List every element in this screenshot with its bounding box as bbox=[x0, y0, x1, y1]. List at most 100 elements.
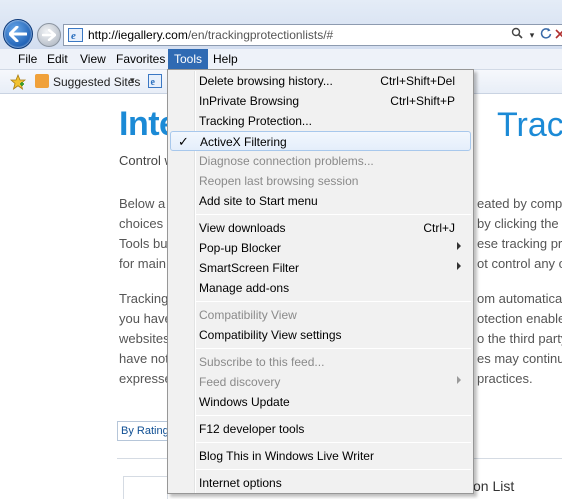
menu-item-label: Compatibility View settings bbox=[199, 328, 342, 342]
menu-item-view-downloads[interactable]: View downloads Ctrl+J bbox=[170, 218, 471, 238]
menu-edit[interactable]: Edit bbox=[41, 49, 74, 70]
submenu-arrow-icon bbox=[457, 376, 461, 384]
menu-separator bbox=[196, 469, 471, 470]
address-host: http://iegallery.com bbox=[88, 28, 188, 42]
paragraph-line: eated by compa bbox=[477, 196, 562, 211]
menu-item-windows-update[interactable]: Windows Update bbox=[170, 392, 471, 412]
menu-item-label: Delete browsing history... bbox=[199, 74, 333, 88]
paragraph-line: by clicking the "A bbox=[477, 216, 562, 231]
menu-separator bbox=[196, 301, 471, 302]
svg-text:e: e bbox=[151, 77, 156, 88]
menu-item-tracking-protection[interactable]: Tracking Protection... bbox=[170, 111, 471, 131]
menu-item-compatibility-view[interactable]: Compatibility View bbox=[170, 305, 471, 325]
paragraph-line: es may continue bbox=[477, 351, 562, 366]
address-path: /en/trackingprotectionlists/# bbox=[187, 28, 334, 42]
navigation-bar: e http://iegallery.com/en/trackingprotec… bbox=[0, 0, 562, 49]
menu-item-label: Pop-up Blocker bbox=[199, 241, 282, 255]
menu-item-label: Compatibility View bbox=[199, 308, 297, 322]
menu-item-label: Blog This in Windows Live Writer bbox=[199, 449, 374, 463]
menu-item-delete-browsing-history[interactable]: Delete browsing history... Ctrl+Shift+De… bbox=[170, 71, 471, 91]
paragraph-line: otection enabled bbox=[477, 311, 562, 326]
sort-by-rating-button[interactable]: By Rating bbox=[117, 421, 168, 441]
menu-separator bbox=[196, 214, 471, 215]
menu-item-label: ActiveX Filtering bbox=[200, 135, 287, 149]
forward-button[interactable] bbox=[37, 23, 61, 47]
menu-item-label: Manage add-ons bbox=[199, 281, 290, 295]
search-icon[interactable] bbox=[510, 27, 524, 43]
submenu-arrow-icon bbox=[457, 242, 461, 250]
menu-item-label: Diagnose connection problems... bbox=[199, 154, 374, 168]
menu-item-label: Tracking Protection... bbox=[199, 114, 312, 128]
menu-item-label: Subscribe to this feed... bbox=[199, 355, 325, 369]
menu-file[interactable]: File bbox=[12, 49, 43, 70]
menu-item-label: F12 developer tools bbox=[199, 422, 305, 436]
menu-item-label: Internet options bbox=[199, 476, 282, 490]
menu-item-label: View downloads bbox=[199, 221, 286, 235]
menu-item-label: InPrivate Browsing bbox=[199, 94, 300, 108]
address-bar[interactable]: e http://iegallery.com/en/trackingprotec… bbox=[63, 24, 562, 46]
paragraph-line: websites bbox=[119, 331, 170, 346]
menu-item-label: Reopen last browsing session bbox=[199, 174, 359, 188]
menu-item-compatibility-view-settings[interactable]: Compatibility View settings bbox=[170, 325, 471, 345]
menu-favorites[interactable]: Favorites bbox=[110, 49, 171, 70]
menu-item-label: Add site to Start menu bbox=[199, 194, 318, 208]
favorites-star-icon[interactable] bbox=[10, 74, 26, 90]
menu-item-internet-options[interactable]: Internet options bbox=[170, 473, 471, 493]
paragraph-line: ese tracking pro bbox=[477, 236, 562, 251]
menu-item-shortcut: Ctrl+J bbox=[423, 221, 455, 235]
paragraph-line: expresse bbox=[119, 371, 172, 386]
menu-help[interactable]: Help bbox=[207, 49, 244, 70]
refresh-icon[interactable] bbox=[539, 27, 553, 43]
menu-item-shortcut: Ctrl+Shift+Del bbox=[380, 74, 455, 88]
tools-menu: Delete browsing history... Ctrl+Shift+De… bbox=[167, 69, 474, 494]
arrow-right-icon bbox=[42, 29, 56, 41]
submenu-arrow-icon bbox=[457, 262, 461, 270]
menu-item-subscribe-feed[interactable]: Subscribe to this feed... bbox=[170, 352, 471, 372]
paragraph-line: ot control any o bbox=[477, 256, 562, 271]
menu-separator bbox=[196, 348, 471, 349]
menu-item-reopen-last-session[interactable]: Reopen last browsing session bbox=[170, 171, 471, 191]
menu-item-diagnose-connection[interactable]: Diagnose connection problems... bbox=[170, 151, 471, 171]
menu-item-popup-blocker[interactable]: Pop-up Blocker bbox=[170, 238, 471, 258]
menu-item-activex-filtering[interactable]: ✓ ActiveX Filtering bbox=[170, 131, 471, 151]
paragraph-line: practices. bbox=[477, 371, 533, 386]
menu-item-manage-addons[interactable]: Manage add-ons bbox=[170, 278, 471, 298]
menu-view[interactable]: View bbox=[74, 49, 112, 70]
paragraph-line: om automatical bbox=[477, 291, 562, 306]
menu-item-blog-this[interactable]: Blog This in Windows Live Writer bbox=[170, 446, 471, 466]
menu-separator bbox=[196, 415, 471, 416]
menu-item-f12-developer-tools[interactable]: F12 developer tools bbox=[170, 419, 471, 439]
page-title-suffix: Track bbox=[497, 106, 562, 144]
menu-item-label: Windows Update bbox=[199, 395, 290, 409]
menu-item-inprivate-browsing[interactable]: InPrivate Browsing Ctrl+Shift+P bbox=[170, 91, 471, 111]
menu-item-label: Feed discovery bbox=[199, 375, 281, 389]
chevron-down-icon[interactable]: ▾ bbox=[130, 75, 135, 86]
svg-text:e: e bbox=[71, 30, 76, 42]
menu-separator bbox=[196, 442, 471, 443]
menu-item-shortcut: Ctrl+Shift+P bbox=[390, 94, 455, 108]
address-dropdown-icon[interactable]: ▾ bbox=[525, 27, 539, 43]
list-heading: on List bbox=[473, 478, 515, 494]
page-icon: e bbox=[68, 28, 83, 42]
list-thumbnail bbox=[123, 476, 168, 499]
menu-item-feed-discovery[interactable]: Feed discovery bbox=[170, 372, 471, 392]
stop-icon[interactable] bbox=[553, 27, 562, 43]
suggested-sites-link[interactable]: Suggested Sites bbox=[53, 75, 140, 89]
menu-item-smartscreen-filter[interactable]: SmartScreen Filter bbox=[170, 258, 471, 278]
menu-item-label: SmartScreen Filter bbox=[199, 261, 300, 275]
menu-tools[interactable]: Tools bbox=[168, 49, 209, 70]
paragraph-line: for main bbox=[119, 256, 166, 271]
menu-bar: File Edit View Favorites Tools Help bbox=[0, 49, 562, 70]
arrow-left-icon bbox=[9, 26, 27, 42]
paragraph-line: choices a bbox=[119, 216, 174, 231]
menu-item-add-site-to-start[interactable]: Add site to Start menu bbox=[170, 191, 471, 211]
web-slice-gallery-icon[interactable]: e bbox=[148, 74, 162, 88]
paragraph-line: have not bbox=[119, 351, 169, 366]
paragraph-line: o the third party bbox=[477, 331, 562, 346]
page-subtitle: Control w bbox=[119, 153, 174, 168]
checkmark-icon: ✓ bbox=[178, 134, 189, 149]
back-button[interactable] bbox=[3, 19, 33, 49]
paragraph-line: Tools bu bbox=[119, 236, 168, 251]
address-text[interactable]: http://iegallery.com/en/trackingprotecti… bbox=[88, 28, 333, 42]
paragraph-line: you have bbox=[119, 311, 172, 326]
